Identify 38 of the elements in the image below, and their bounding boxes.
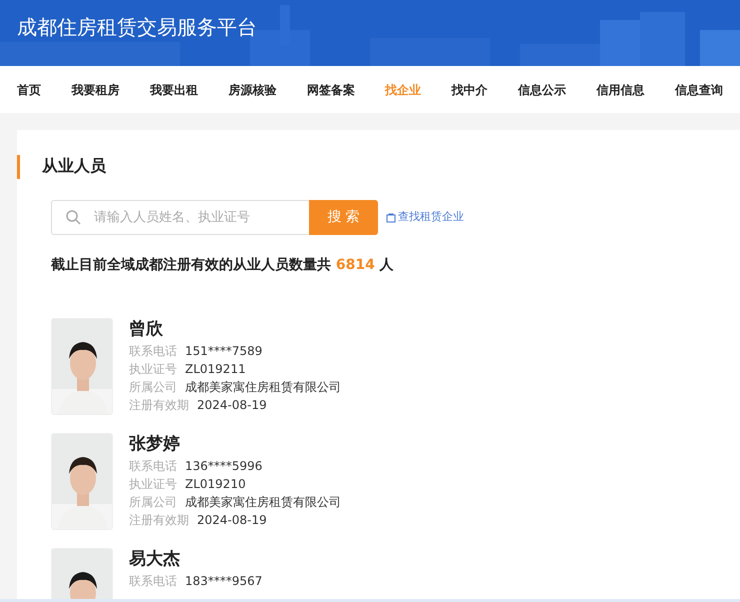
field-label: 联系电话 [129, 343, 177, 360]
field-value: 2024-08-19 [197, 397, 267, 414]
nav-link[interactable]: 首页 [17, 80, 41, 98]
nav-link[interactable]: 网签备案 [306, 80, 355, 98]
field-value: ZL019211 [185, 361, 246, 378]
field-value: 成都美家寓住房租赁有限公司 [185, 494, 341, 511]
nav-link[interactable]: 我要租房 [71, 80, 120, 98]
field-value: 成都美家寓住房租赁有限公司 [185, 379, 341, 396]
field-label: 执业证号 [129, 361, 177, 378]
nav-link[interactable]: 信息查询 [674, 80, 723, 98]
section-marker [17, 155, 20, 179]
field-value: 2024-08-19 [197, 512, 267, 529]
field-label: 执业证号 [129, 476, 177, 493]
person-name: 易大杰 [129, 548, 181, 570]
field-value: 151****7589 [185, 343, 262, 360]
nav-link[interactable]: 找中介 [452, 80, 488, 98]
field-value: 136****5996 [185, 458, 262, 475]
nav-link[interactable]: 信用信息 [596, 80, 644, 98]
field-label: 所属公司 [129, 494, 177, 511]
field-label: 注册有效期 [129, 397, 189, 414]
field-value: 183****9567 [185, 573, 262, 590]
field-value: ZL019210 [185, 476, 246, 493]
find-company-link[interactable]: 查找租赁企业 [398, 209, 464, 226]
nav-link[interactable]: 房源核验 [228, 80, 276, 98]
summary-text: 截止目前全域成都注册有效的从业人员数量共 6814 人 [51, 256, 395, 275]
field-label: 联系电话 [129, 573, 177, 590]
search-field[interactable]: 请输入人员姓名、执业证号 [51, 200, 309, 235]
person-name: 张梦婷 [129, 433, 181, 455]
nav-link[interactable]: 信息公示 [518, 80, 566, 98]
nav-link[interactable]: 我要出租 [150, 80, 198, 98]
site-title: 成都住房租赁交易服务平台 [16, 14, 257, 40]
briefcase-icon [386, 212, 396, 222]
field-label: 注册有效期 [129, 512, 189, 529]
field-label: 联系电话 [129, 458, 177, 475]
search-icon [66, 210, 81, 225]
person-name: 曾欣 [129, 318, 164, 340]
field-label: 所属公司 [129, 379, 177, 396]
section-title: 从业人员 [42, 155, 106, 177]
